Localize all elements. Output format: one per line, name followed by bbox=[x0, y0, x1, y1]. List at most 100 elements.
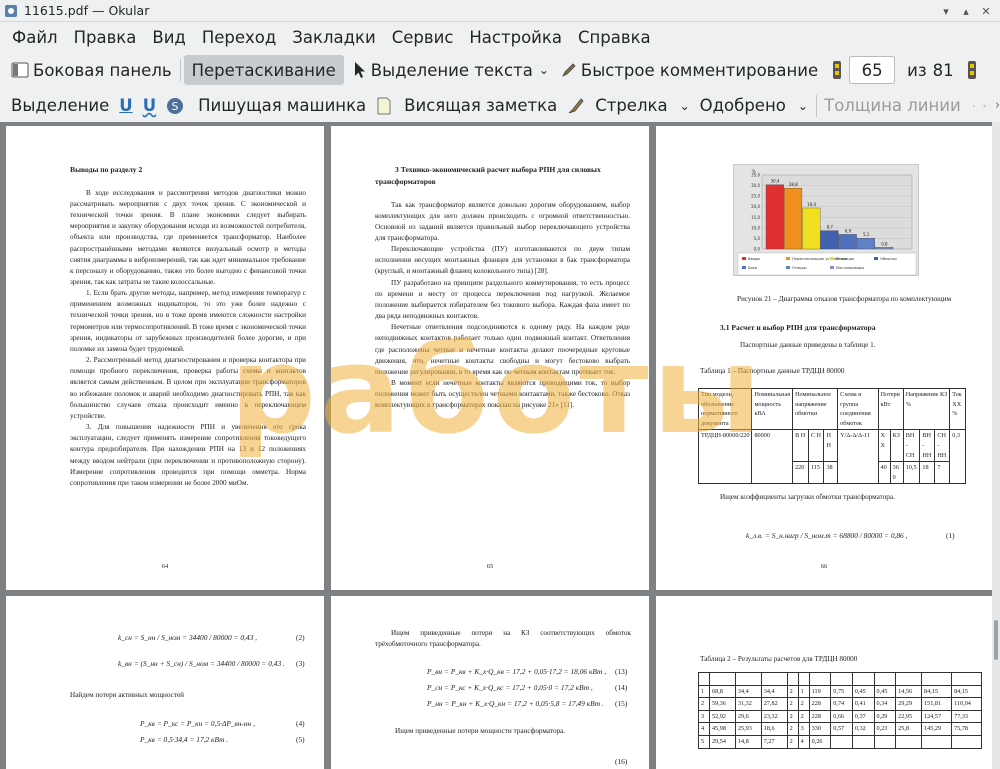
formula-number: (3) bbox=[296, 659, 305, 668]
menu-edit[interactable]: Правка bbox=[66, 28, 145, 47]
menu-go[interactable]: Переход bbox=[194, 28, 284, 47]
table-cell: 2 bbox=[797, 709, 810, 724]
data-label: 19,4 bbox=[807, 202, 816, 207]
maximize-button[interactable]: ▴ bbox=[958, 3, 974, 19]
document-viewer[interactable]: Выводы по разделу 2 В ходе исследования … bbox=[0, 122, 1000, 769]
window-title: 11615.pdf — Okular bbox=[24, 3, 150, 18]
formula-number: (5) bbox=[296, 735, 305, 744]
table-cell: 0,34 bbox=[873, 697, 897, 711]
title-bar: 11615.pdf — Okular ▾ ▴ ✕ bbox=[0, 0, 1000, 22]
chevron-down-icon[interactable]: ⌄ bbox=[680, 99, 690, 113]
separator bbox=[179, 59, 181, 81]
page-total: 81 bbox=[932, 60, 954, 80]
typewriter-button[interactable]: Пишущая машинка bbox=[193, 91, 371, 121]
formula-number: (14) bbox=[615, 683, 628, 692]
formula-number: (4) bbox=[296, 719, 305, 728]
palette-icon[interactable] bbox=[983, 97, 987, 115]
table-title: Таблица 2 – Результаты расчетов для ТРДЦ… bbox=[700, 655, 858, 663]
table-cell: 2 bbox=[697, 697, 711, 711]
table-header: Потери кВт bbox=[877, 387, 904, 431]
table-cell: 2 bbox=[797, 697, 810, 711]
table-cell: 18,6 bbox=[760, 722, 788, 737]
menu-tools[interactable]: Сервис bbox=[384, 28, 462, 47]
table-cell: 5 bbox=[697, 735, 711, 749]
stamp-button[interactable]: Одобрено ⌄ bbox=[695, 91, 813, 121]
drag-mode-button[interactable]: Перетаскивание bbox=[183, 55, 344, 85]
table-cell: 124,57 bbox=[921, 709, 953, 724]
paragraph: Паспортные данные приведены в таблице 1. bbox=[740, 341, 876, 349]
y-tick-label: 5,0 bbox=[754, 236, 761, 241]
legend-label: Отводы bbox=[792, 266, 807, 270]
page-number-input[interactable]: 65 bbox=[849, 56, 896, 84]
legend-label: Баки bbox=[748, 266, 758, 270]
chevron-down-icon[interactable]: ⌄ bbox=[798, 99, 808, 113]
next-page-icon[interactable] bbox=[966, 59, 978, 81]
strikeout-button[interactable]: S bbox=[161, 91, 193, 121]
table-cell: 0,29 bbox=[873, 709, 897, 724]
sidebar-toggle-button[interactable]: Боковая панель bbox=[6, 55, 177, 85]
formula-number: (16) bbox=[615, 757, 628, 766]
svg-text:S: S bbox=[172, 100, 179, 113]
table-cell: 3 bbox=[697, 709, 711, 724]
popup-note-button[interactable]: Висящая заметка bbox=[371, 91, 562, 121]
table-cell bbox=[951, 735, 982, 749]
table-cell: 31,32 bbox=[734, 697, 762, 711]
table-row: 3 52,92 29,6 23,32 2 2 228 0,66 0,37 0,29 22,95 124… bbox=[697, 709, 982, 724]
highlight-button[interactable]: Выделение bbox=[6, 91, 114, 121]
cursor-icon bbox=[354, 62, 365, 78]
page-68: Ищем приведенные потери на КЗ соответств… bbox=[331, 596, 649, 769]
underline-button[interactable]: U bbox=[114, 91, 137, 121]
bar bbox=[784, 187, 803, 250]
previous-page-icon[interactable] bbox=[831, 59, 843, 81]
formula: P_кв = P_кс = P_кн = 0,5·ΔP_вн-нн , bbox=[140, 719, 255, 728]
table-cell: 3 bbox=[797, 722, 810, 737]
sidebar-label: Боковая панель bbox=[33, 60, 172, 80]
table-cell: 0,26 bbox=[808, 735, 832, 749]
paragraph: В ходе исследования и рассмотрения метод… bbox=[70, 188, 306, 287]
table-cell: 45,98 bbox=[709, 722, 736, 737]
stamp-label: Одобрено bbox=[699, 96, 786, 115]
scrollbar-thumb[interactable] bbox=[994, 620, 998, 660]
table-header bbox=[830, 672, 853, 686]
close-button[interactable]: ✕ bbox=[978, 3, 994, 19]
legend-swatch bbox=[874, 257, 878, 260]
highlight-label: Выделение bbox=[11, 96, 110, 115]
page-number: 64 bbox=[161, 563, 169, 570]
underline-icon: U bbox=[119, 96, 133, 115]
menu-help[interactable]: Справка bbox=[570, 28, 659, 47]
legend-swatch bbox=[830, 257, 834, 260]
drag-label: Перетаскивание bbox=[191, 60, 336, 80]
table-cell: 4 bbox=[797, 735, 810, 749]
text-select-button[interactable]: Выделение текста ⌄ bbox=[348, 55, 554, 85]
menu-view[interactable]: Вид bbox=[144, 28, 193, 47]
arrow-button[interactable]: Стрелка ⌄ bbox=[562, 91, 694, 121]
arrow-label: Стрелка bbox=[595, 96, 668, 115]
table-header: Напряжение КЗ % bbox=[902, 387, 951, 431]
overflow-chevron-icon[interactable]: › bbox=[995, 98, 1000, 113]
line-width-button[interactable]: Толщина линии bbox=[819, 91, 966, 121]
menu-settings[interactable]: Настройка bbox=[461, 28, 570, 47]
vertical-scrollbar[interactable] bbox=[992, 122, 1000, 769]
menu-bookmarks[interactable]: Закладки bbox=[284, 28, 383, 47]
table-cell: 22,95 bbox=[895, 709, 923, 724]
table-cell: 36 0 bbox=[889, 461, 904, 485]
menu-file[interactable]: Файл bbox=[4, 28, 66, 47]
minimize-button[interactable]: ▾ bbox=[938, 3, 954, 19]
table-cell: КЗ bbox=[889, 429, 904, 463]
note-icon bbox=[377, 97, 391, 114]
chevron-down-icon[interactable]: ⌄ bbox=[539, 63, 549, 77]
legend-swatch bbox=[742, 257, 746, 260]
table-cell bbox=[830, 735, 853, 749]
gear-icon[interactable] bbox=[972, 97, 976, 115]
squiggly-button[interactable]: U bbox=[138, 91, 161, 121]
line-width-label: Толщина линии bbox=[824, 96, 961, 115]
table-header bbox=[786, 672, 799, 686]
y-tick-label: 10,0 bbox=[751, 225, 760, 230]
formula: P_вн = P_кв + K_x·Q_кв = 17,2 + 0,05·17,… bbox=[427, 667, 607, 676]
table-cell: В Н bbox=[792, 429, 809, 463]
note-label: Висящая заметка bbox=[404, 96, 558, 115]
table-cell: Y/Δ-Δ/Δ-11 bbox=[837, 429, 879, 485]
table-cell: 25,8 bbox=[895, 722, 923, 737]
quick-comment-button[interactable]: Быстрое комментирование bbox=[556, 55, 823, 85]
table-cell: 10,5 bbox=[902, 461, 921, 485]
